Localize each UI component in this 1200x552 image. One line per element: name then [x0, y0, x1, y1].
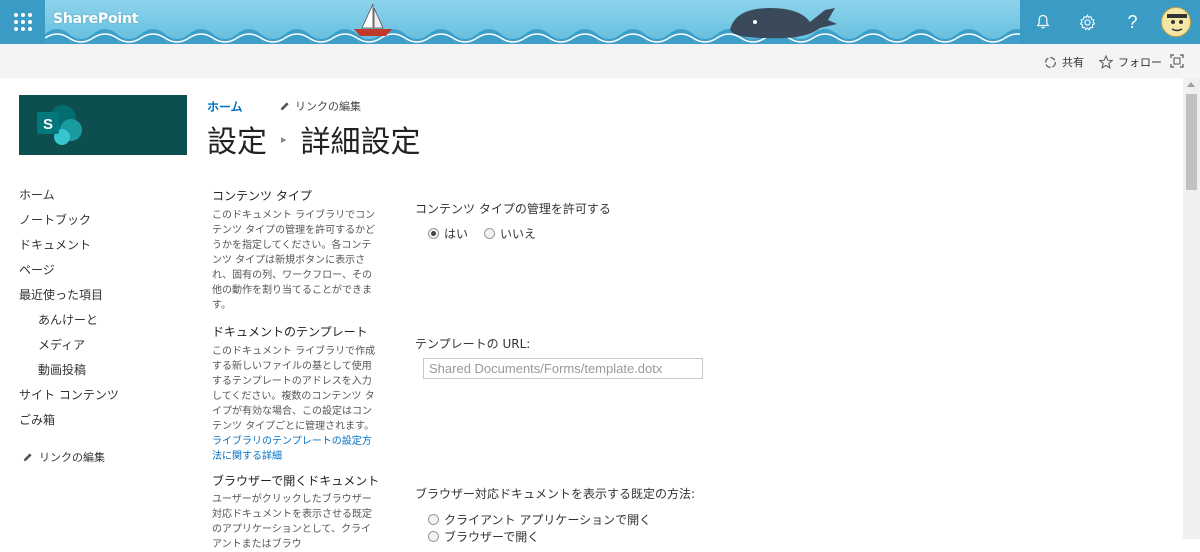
star-icon — [1099, 55, 1113, 69]
sharepoint-logo-icon: S — [37, 105, 82, 145]
template-description-text: このドキュメント ライブラリで作成する新しいファイルの基として使用するテンプレー… — [212, 346, 376, 432]
nav-item-notebook[interactable]: ノートブック — [19, 211, 91, 228]
radio-unselected-icon — [484, 228, 495, 239]
open-in-browser-radio[interactable]: ブラウザーで開く — [428, 528, 539, 545]
title-parent-link[interactable]: 設定 — [207, 117, 267, 161]
content-types-no-label: いいえ — [500, 227, 537, 241]
gear-icon — [1079, 13, 1096, 31]
command-bar: 共有 フォロー — [0, 44, 1200, 78]
avatar[interactable] — [1161, 7, 1191, 37]
follow-button[interactable]: フォロー — [1099, 54, 1162, 70]
breadcrumb-home-link[interactable]: ホーム — [207, 98, 243, 115]
nav-edit-links-label: リンクの編集 — [39, 451, 105, 464]
follow-label: フォロー — [1118, 56, 1162, 69]
template-description: このドキュメント ライブラリで作成する新しいファイルの基として使用するテンプレー… — [212, 344, 377, 464]
nav-item-site-contents[interactable]: サイト コンテンツ — [19, 386, 119, 403]
title-current: 詳細設定 — [300, 125, 421, 160]
page-scrollbar[interactable] — [1183, 78, 1200, 539]
content-types-yes-label: はい — [444, 227, 469, 241]
edit-links-top[interactable]: リンクの編集 — [279, 98, 361, 114]
notifications-button[interactable] — [1020, 0, 1065, 44]
radio-unselected-icon — [428, 514, 439, 525]
nav-item-documents[interactable]: ドキュメント — [19, 236, 91, 253]
bell-icon — [1036, 14, 1049, 29]
content-types-title: コンテンツ タイプ — [212, 189, 312, 203]
breadcrumb-separator-icon: ▸ — [281, 132, 287, 146]
content-types-yes-radio[interactable]: はい — [428, 225, 468, 242]
browser-field-label: ブラウザー対応ドキュメントを表示する既定の方法: — [415, 487, 696, 501]
radio-unselected-icon — [428, 531, 439, 542]
scroll-thumb[interactable] — [1186, 94, 1197, 190]
template-url-input[interactable] — [423, 358, 703, 379]
edit-links-label: リンクの編集 — [295, 100, 361, 113]
content-types-field-label: コンテンツ タイプの管理を許可する — [415, 202, 611, 216]
suite-bar: SharePoint ? — [0, 0, 1200, 44]
page-title: 設定 ▸ 詳細設定 — [207, 117, 421, 161]
sharepoint-brand-link[interactable]: SharePoint — [53, 11, 138, 27]
open-in-browser-label: ブラウザーで開く — [444, 530, 540, 544]
nav-edit-links[interactable]: リンクの編集 — [22, 449, 105, 465]
template-title: ドキュメントのテンプレート — [212, 325, 368, 339]
avatar-face-icon — [1167, 14, 1187, 32]
share-icon — [1045, 56, 1056, 68]
whale-icon — [730, 8, 837, 39]
help-button[interactable]: ? — [1110, 0, 1155, 44]
nav-item-pages[interactable]: ページ — [19, 261, 55, 278]
focus-icon — [1170, 54, 1184, 68]
focus-mode-button[interactable] — [1170, 54, 1184, 68]
template-help-link[interactable]: ライブラリのテンプレートの設定方法に関する詳細 — [212, 436, 372, 462]
svg-text:S: S — [43, 116, 53, 133]
waves-decoration — [45, 29, 1020, 44]
share-label: 共有 — [1062, 56, 1084, 69]
help-icon: ? — [1127, 11, 1138, 32]
share-button[interactable]: 共有 — [1044, 54, 1084, 70]
scroll-up-icon[interactable] — [1187, 82, 1195, 87]
suite-bar-actions: ? — [1020, 0, 1200, 44]
content-types-description: このドキュメント ライブラリでコンテンツ タイプの管理を許可するかどうかを指定し… — [212, 210, 376, 311]
nav-item-home[interactable]: ホーム — [19, 186, 55, 203]
pencil-icon — [23, 452, 32, 461]
content-types-no-radio[interactable]: いいえ — [484, 225, 536, 242]
open-in-client-radio[interactable]: クライアント アプリケーションで開く — [428, 511, 651, 528]
site-logo[interactable]: S — [19, 95, 187, 155]
template-url-label: テンプレートの URL: — [415, 337, 531, 351]
settings-button[interactable] — [1065, 0, 1110, 44]
nav-item-video-posts[interactable]: 動画投稿 — [38, 361, 86, 378]
app-launcher-button[interactable] — [0, 0, 45, 44]
browser-description: ユーザーがクリックしたブラウザー対応ドキュメントを表示させる既定のアプリケーショ… — [212, 494, 372, 550]
nav-item-media[interactable]: メディア — [38, 336, 85, 353]
nav-item-recent[interactable]: 最近使った項目 — [19, 286, 103, 303]
pencil-icon — [280, 101, 289, 110]
nav-item-recycle-bin[interactable]: ごみ箱 — [19, 411, 55, 428]
nav-item-survey[interactable]: あんけーと — [38, 311, 98, 328]
waffle-icon — [13, 13, 32, 31]
sailboat-icon — [354, 3, 392, 36]
radio-selected-icon — [428, 228, 439, 239]
browser-title: ブラウザーで開くドキュメント — [212, 474, 380, 488]
open-in-client-label: クライアント アプリケーションで開く — [444, 513, 652, 527]
